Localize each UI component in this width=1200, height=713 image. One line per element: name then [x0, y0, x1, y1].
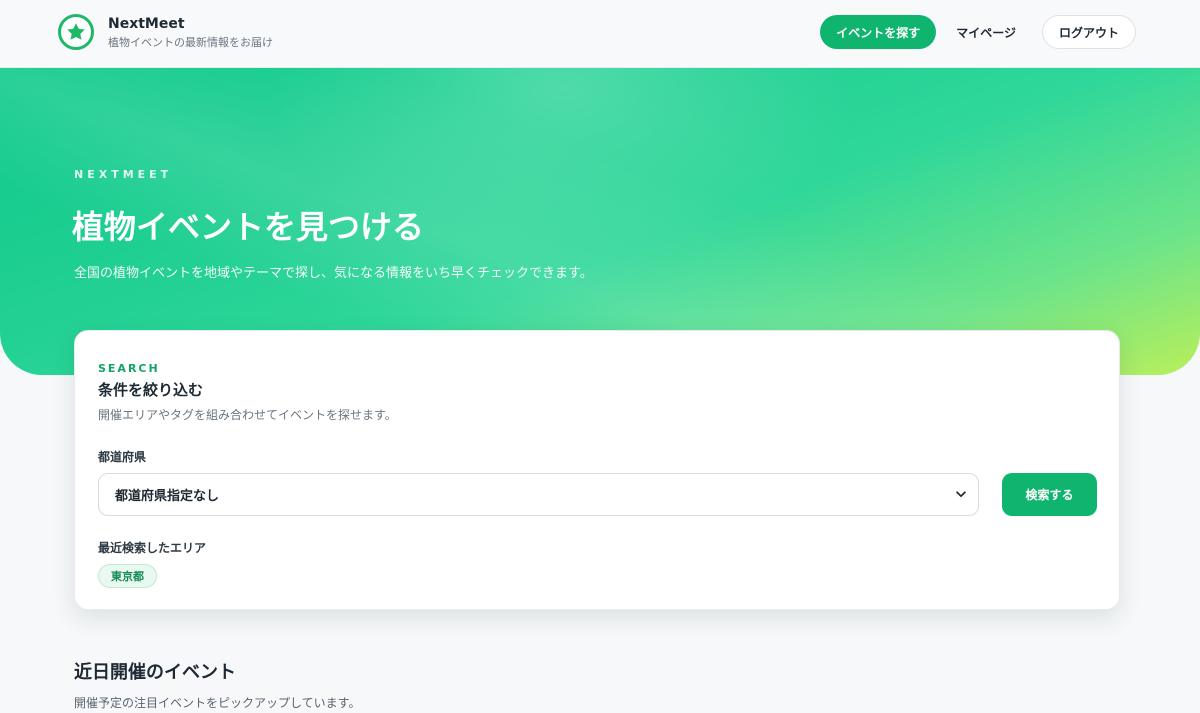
- logout-button[interactable]: ログアウト: [1041, 15, 1136, 49]
- main-nav: イベントを探す マイページ ログアウト: [820, 15, 1136, 49]
- upcoming-events-description: 開催予定の注目イベントをピックアップしています。: [74, 696, 361, 710]
- hero-title: 植物イベントを見つける: [72, 208, 425, 246]
- brand[interactable]: NextMeet 植物イベントの最新情報をお届け: [58, 14, 273, 50]
- my-page-link[interactable]: マイページ: [940, 15, 1032, 49]
- hero-eyebrow: NEXTMEET: [74, 168, 173, 181]
- prefecture-select[interactable]: 都道府県指定なし: [98, 473, 979, 516]
- brand-name: NextMeet: [108, 15, 185, 32]
- prefecture-select-value: 都道府県指定なし: [115, 489, 220, 504]
- prefecture-label: 都道府県: [98, 450, 147, 464]
- hero-banner: NEXTMEET 植物イベントを見つける 全国の植物イベントを地域やテーマで探し…: [0, 68, 1200, 375]
- upcoming-events-title: 近日開催のイベント: [74, 662, 236, 683]
- search-description: 開催エリアやタグを組み合わせてイベントを探せます。: [98, 408, 397, 422]
- find-events-button[interactable]: イベントを探す: [820, 15, 937, 49]
- recent-areas-label: 最近検索したエリア: [98, 541, 207, 555]
- search-title: 条件を絞り込む: [98, 381, 204, 399]
- search-panel: SEARCH 条件を絞り込む 開催エリアやタグを組み合わせてイベントを探せます。…: [74, 330, 1120, 610]
- chevron-down-icon: [956, 491, 966, 498]
- search-eyebrow: SEARCH: [98, 362, 160, 375]
- search-button[interactable]: 検索する: [1002, 473, 1097, 516]
- star-logo-icon: [58, 14, 94, 50]
- brand-tagline: 植物イベントの最新情報をお届け: [108, 35, 273, 49]
- recent-area-chip[interactable]: 東京都: [98, 564, 157, 588]
- hero-subtitle: 全国の植物イベントを地域やテーマで探し、気になる情報をいち早くチェックできます。: [74, 266, 593, 281]
- site-header: NextMeet 植物イベントの最新情報をお届け イベントを探す マイページ ロ…: [0, 0, 1200, 68]
